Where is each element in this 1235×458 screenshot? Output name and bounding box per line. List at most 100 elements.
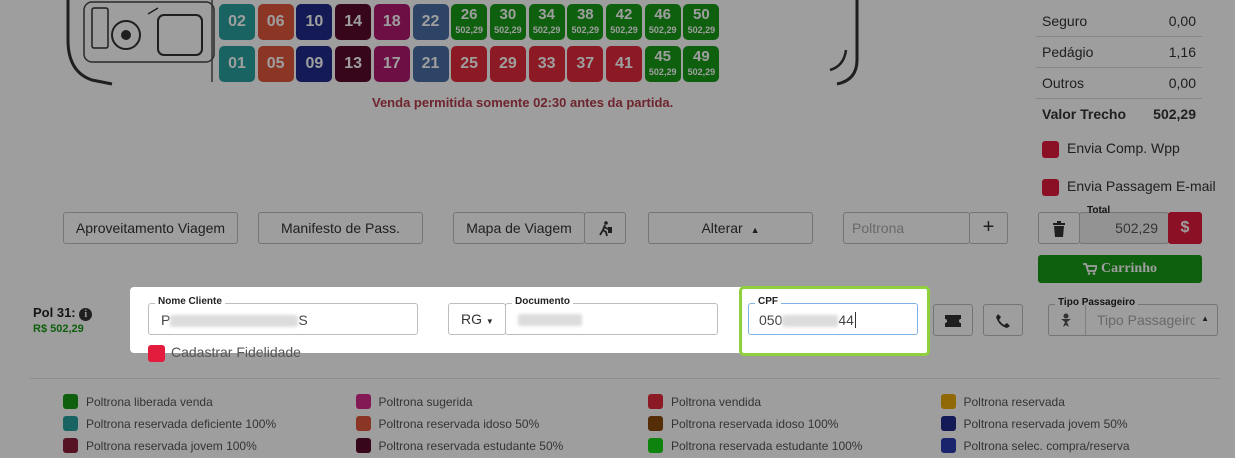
send-receipt-option[interactable]: Envia Comp. Wpp <box>1042 140 1180 158</box>
legend-item: Poltrona vendida <box>648 394 761 410</box>
seat-02[interactable]: 02 <box>219 4 255 40</box>
nome-cliente-value-start: P <box>161 312 171 328</box>
seat-number: 26 <box>460 6 478 23</box>
fidelity-checkbox[interactable] <box>148 344 165 362</box>
seat-09[interactable]: 09 <box>296 46 333 82</box>
seat-price: 502,29 <box>571 25 600 35</box>
legend-item: Poltrona liberada venda <box>63 394 213 410</box>
seat-42[interactable]: 42 502,29 <box>606 4 642 40</box>
seat-41[interactable]: 41 <box>606 46 642 82</box>
send-ticket-checkbox[interactable] <box>1042 178 1059 196</box>
sale-notice: Venda permitida somente 02:30 antes da p… <box>372 95 674 110</box>
delete-button[interactable] <box>1038 212 1080 244</box>
seat-25[interactable]: 25 <box>451 46 488 82</box>
seat-swatch-icon <box>63 394 78 410</box>
seat-number: 02 <box>228 13 246 30</box>
seat-price: 502,29 <box>494 25 522 35</box>
alterar-button[interactable]: Alterar ▲ <box>648 212 813 244</box>
aproveitamento-button[interactable]: Aproveitamento Viagem <box>63 212 238 244</box>
seat-34[interactable]: 34 502,29 <box>528 4 565 40</box>
seat-37[interactable]: 37 <box>567 46 604 82</box>
legend-label: Poltrona selec. compra/reserva <box>963 439 1130 453</box>
legend-item: Poltrona sugerida <box>355 394 473 410</box>
seat-06[interactable]: 06 <box>257 4 294 40</box>
info-icon[interactable]: i <box>79 308 93 321</box>
cart-button[interactable]: Carrinho <box>1038 255 1202 283</box>
send-ticket-label: Envia Passagem E-mail <box>1067 178 1216 194</box>
seat-50[interactable]: 50 502,29 <box>683 4 720 40</box>
mapa-viagem-button[interactable]: Mapa de Viagem <box>453 212 585 244</box>
walking-icon-button[interactable] <box>584 212 626 244</box>
seat-number: 49 <box>693 48 710 65</box>
seat-17[interactable]: 17 <box>373 46 410 82</box>
legend-label: Poltrona reservada idoso 100% <box>671 417 839 431</box>
documento-field[interactable]: Documento <box>505 296 718 335</box>
seat-swatch-icon <box>648 438 663 454</box>
seat-number: 30 <box>499 6 517 23</box>
seat-46[interactable]: 46 502,29 <box>644 4 681 40</box>
seat-swatch-icon <box>940 394 956 410</box>
fidelity-option[interactable]: Cadastrar Fidelidade <box>148 344 301 362</box>
summary-row-outros: Outros 0,00 <box>1036 68 1202 99</box>
tipo-passageiro-placeholder: Tipo Passageiro <box>1097 312 1195 328</box>
seat-number: 01 <box>228 55 246 72</box>
seat-30[interactable]: 30 502,29 <box>489 4 526 40</box>
summary-value: 0,00 <box>1168 75 1196 91</box>
cpf-value-start: 050 <box>759 312 783 328</box>
seat-13[interactable]: 13 <box>335 46 372 82</box>
ticket-button[interactable] <box>933 304 973 336</box>
seat-49[interactable]: 49 502,29 <box>683 46 720 82</box>
send-receipt-checkbox[interactable] <box>1042 140 1059 158</box>
legend-item: Poltrona reservada <box>940 394 1065 410</box>
seat-14[interactable]: 14 <box>335 4 372 40</box>
seat-label-group: Pol 31: i <box>33 305 93 321</box>
seat-number: 41 <box>615 55 633 72</box>
caret-up-icon: ▲ <box>1201 314 1209 323</box>
ticket-icon <box>945 315 961 328</box>
summary-row-pedagio: Pedágio 1,16 <box>1036 37 1202 68</box>
doc-type-select[interactable]: RG ▼ <box>448 303 506 335</box>
cpf-highlight: CPF 050 44 <box>739 286 930 356</box>
seat-number: 37 <box>576 55 595 72</box>
seat-33[interactable]: 33 <box>528 46 565 82</box>
seat-price: R$ 502,29 <box>33 323 84 335</box>
manifesto-button[interactable]: Manifesto de Pass. <box>258 212 423 244</box>
payment-button[interactable]: $ <box>1168 212 1202 244</box>
seat-45[interactable]: 45 502,29 <box>644 46 681 82</box>
legend-label: Poltrona sugerida <box>378 395 473 409</box>
seat-38[interactable]: 38 502,29 <box>567 4 604 40</box>
send-ticket-option[interactable]: Envia Passagem E-mail <box>1042 178 1216 196</box>
legend-label: Poltrona reservada jovem 50% <box>963 417 1128 431</box>
seat-number: 13 <box>344 55 362 72</box>
poltrona-input[interactable]: Poltrona <box>843 212 970 244</box>
add-poltrona-button[interactable]: + <box>969 212 1008 244</box>
walking-person-icon <box>599 221 612 237</box>
phone-button[interactable] <box>983 304 1023 336</box>
seat-18[interactable]: 18 <box>373 4 410 40</box>
seat-26[interactable]: 26 502,29 <box>451 4 488 40</box>
doc-type-value: RG <box>461 311 482 327</box>
seat-number: 05 <box>266 55 285 72</box>
redacted-text <box>518 314 582 326</box>
seat-21[interactable]: 21 <box>412 46 449 82</box>
seat-swatch-icon <box>648 416 663 432</box>
seat-number: 38 <box>576 6 594 23</box>
seat-29[interactable]: 29 <box>489 46 526 82</box>
seat-05[interactable]: 05 <box>257 46 294 82</box>
cpf-field[interactable]: CPF 050 44 <box>748 296 918 335</box>
seat-10[interactable]: 10 <box>296 4 333 40</box>
seat-number: 10 <box>305 13 324 30</box>
seat-swatch-icon <box>648 394 663 410</box>
tipo-passageiro-select[interactable]: Tipo Passageiro Tipo Passageiro ▲ <box>1048 297 1218 336</box>
seat-01[interactable]: 01 <box>219 46 255 82</box>
redacted-text <box>782 315 839 328</box>
seat-number: 14 <box>344 13 362 30</box>
seat-number: 17 <box>382 55 401 72</box>
seat-22[interactable]: 22 <box>412 4 449 40</box>
nome-cliente-field[interactable]: Nome Cliente P S <box>148 296 418 335</box>
trash-icon <box>1053 221 1065 238</box>
send-receipt-label: Envia Comp. Wpp <box>1067 140 1180 156</box>
total-field: Total 502,29 <box>1079 205 1169 244</box>
legend-item: Poltrona reservada estudante 100% <box>648 438 862 454</box>
legend-item: Poltrona reservada idoso 50% <box>355 416 539 432</box>
